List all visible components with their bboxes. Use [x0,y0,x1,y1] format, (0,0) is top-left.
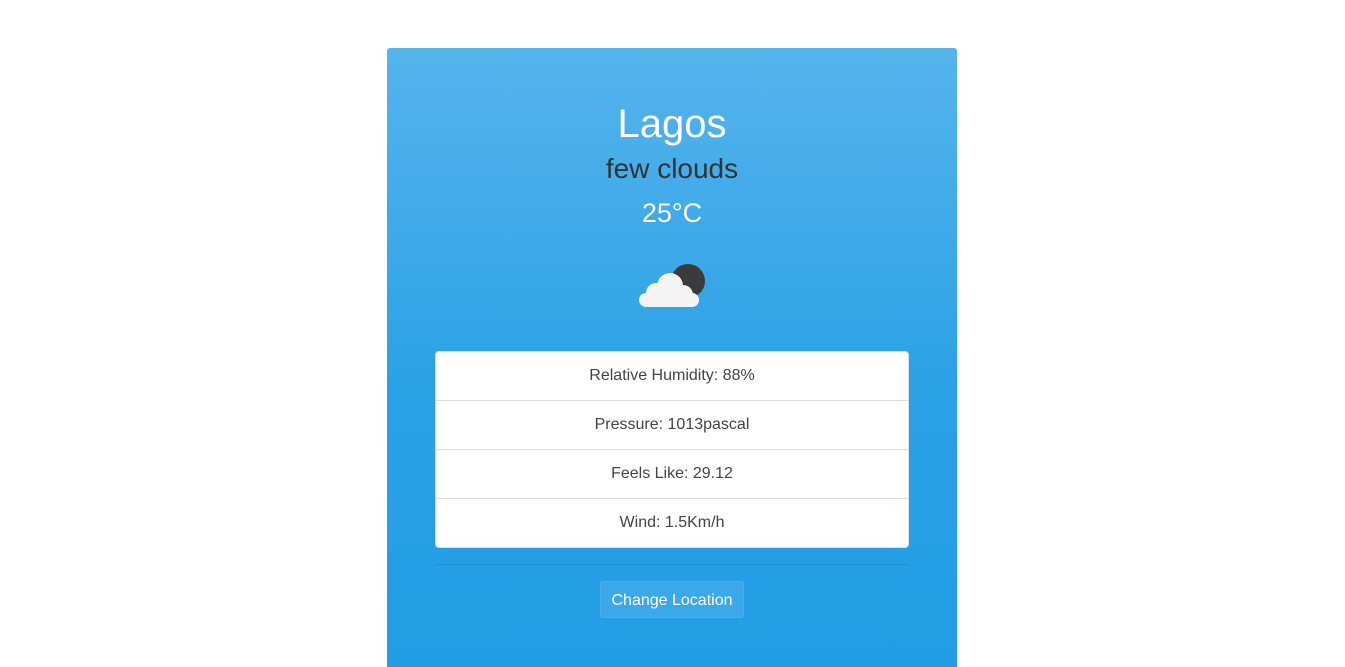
change-location-button[interactable]: Change Location [600,581,744,618]
wind-item: Wind: 1.5Km/h [436,498,908,547]
weather-details-list: Relative Humidity: 88% Pressure: 1013pas… [435,351,909,548]
pressure-item: Pressure: 1013pascal [436,400,908,449]
cloud-night-icon [637,260,707,310]
temperature: 25°C [641,198,703,228]
weather-card: Lagos few clouds 25°C Relative Humidity:… [387,48,957,667]
feels-like-item: Feels Like: 29.12 [436,449,908,498]
city-name: Lagos [617,102,727,146]
humidity-item: Relative Humidity: 88% [589,367,755,384]
weather-description: few clouds [605,153,739,184]
divider [435,564,909,565]
